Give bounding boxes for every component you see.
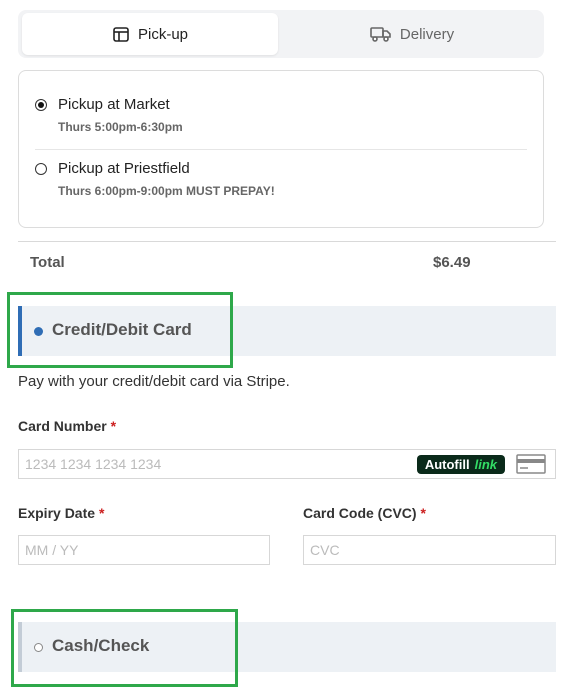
tab-delivery-label: Delivery <box>399 25 455 43</box>
pickup-priestfield-schedule: Thurs 6:00pm-9:00pm MUST PREPAY! <box>58 184 275 198</box>
card-number-label: Card Number * <box>18 418 117 434</box>
pickup-market-schedule: Thurs 5:00pm-6:30pm <box>58 120 183 134</box>
credit-card-icon <box>516 454 546 477</box>
pickup-options-card: Pickup at Market Thurs 5:00pm-6:30pm Pic… <box>18 70 544 228</box>
pickup-priestfield-label: Pickup at Priestfield <box>58 160 190 177</box>
unselected-accent-bar <box>18 622 22 672</box>
total-value: $6.49 <box>433 254 471 271</box>
total-divider <box>18 241 556 242</box>
selected-accent-bar <box>18 306 22 356</box>
cash-method-radio[interactable] <box>34 643 43 652</box>
pickup-market-radio[interactable] <box>35 99 47 111</box>
card-number-placeholder: 1234 1234 1234 1234 <box>25 456 162 472</box>
cvc-input[interactable]: CVC <box>303 535 556 565</box>
expiry-input[interactable]: MM / YY <box>18 535 270 565</box>
required-mark: * <box>110 418 117 434</box>
total-label: Total <box>30 254 65 271</box>
expiry-placeholder: MM / YY <box>25 542 79 558</box>
payment-method-cash[interactable]: Cash/Check <box>18 622 556 672</box>
payment-method-card[interactable]: Credit/Debit Card <box>18 306 556 356</box>
expiry-label: Expiry Date * <box>18 505 105 521</box>
pickup-priestfield-radio[interactable] <box>35 163 47 175</box>
pickup-option-market[interactable]: Pickup at Market Thurs 5:00pm-6:30pm <box>35 71 525 149</box>
required-mark: * <box>420 505 426 521</box>
store-icon <box>112 25 130 43</box>
pickup-market-label: Pickup at Market <box>58 96 170 113</box>
truck-icon <box>370 25 392 43</box>
tab-delivery[interactable]: Delivery <box>284 13 540 55</box>
required-mark: * <box>98 505 105 521</box>
fulfillment-tabs: Pick-up Delivery <box>18 10 544 58</box>
tab-pickup-label: Pick-up <box>137 25 189 43</box>
card-number-input[interactable]: 1234 1234 1234 1234 Autofill link <box>18 449 556 479</box>
autofill-link-button[interactable]: Autofill link <box>416 455 505 474</box>
cvc-label: Card Code (CVC) * <box>303 505 426 521</box>
tab-pickup[interactable]: Pick-up <box>22 13 278 55</box>
cash-method-label: Cash/Check <box>52 636 150 655</box>
card-description: Pay with your credit/debit card via Stri… <box>18 373 290 390</box>
pickup-option-priestfield[interactable]: Pickup at Priestfield Thurs 6:00pm-9:00p… <box>35 151 525 221</box>
card-method-label: Credit/Debit Card <box>52 320 192 339</box>
cvc-placeholder: CVC <box>310 542 340 558</box>
card-method-radio[interactable] <box>34 327 43 336</box>
option-divider <box>35 149 527 150</box>
